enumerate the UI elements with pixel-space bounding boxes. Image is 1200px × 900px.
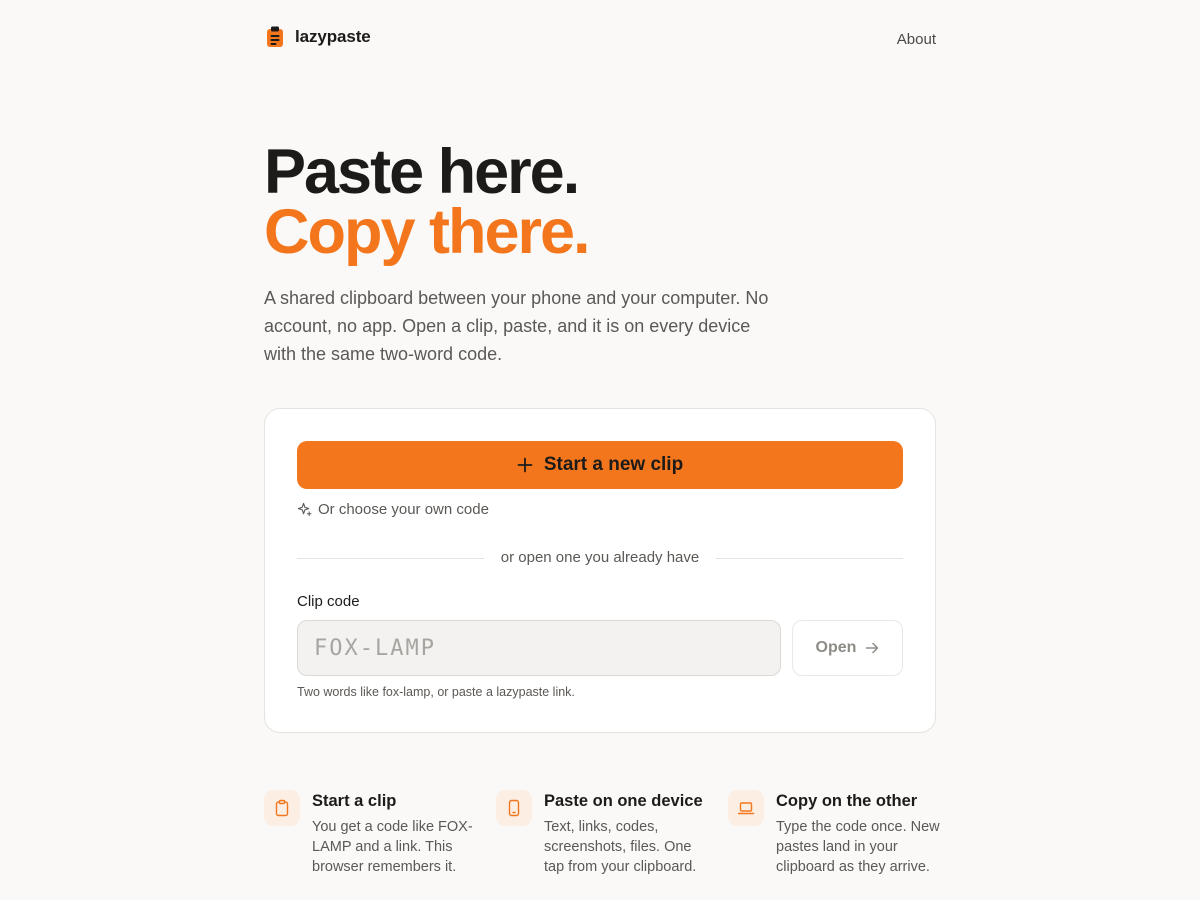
brand-name: lazypaste (295, 27, 371, 46)
open-button-label: Open (815, 639, 857, 656)
feature-icon-tile (496, 790, 532, 826)
phone-icon (508, 799, 520, 817)
start-new-clip-button[interactable]: Start a new clip (297, 441, 903, 489)
brand[interactable]: lazypaste (264, 26, 371, 48)
hero-title-line1: Paste here. (264, 137, 580, 207)
feature-description: Type the code once. New pastes land in y… (776, 819, 940, 875)
choose-own-code-label: Or choose your own code (318, 501, 489, 518)
feature-title: Start a clip (312, 792, 397, 810)
clipboard-logo-icon (267, 26, 283, 47)
site-header: lazypaste About (264, 26, 936, 52)
open-button[interactable]: Open (792, 620, 903, 676)
laptop-icon (737, 802, 755, 815)
feature-description: You get a code like FOX-LAMP and a link.… (312, 819, 473, 875)
feature-icon-tile (728, 790, 764, 826)
choose-own-code-link[interactable]: Or choose your own code (297, 501, 489, 518)
clip-card: Start a new clip Or choose your own code… (264, 408, 936, 733)
clip-code-label: Clip code (297, 593, 360, 610)
hero-lead: A shared clipboard between your phone an… (264, 288, 769, 364)
feature-icon-tile (264, 790, 300, 826)
start-new-clip-label: Start a new clip (543, 454, 684, 475)
plus-icon (517, 457, 533, 473)
clip-code-hint: Two words like fox-lamp, or paste a lazy… (297, 685, 575, 699)
feature-description: Text, links, codes, screenshots, files. … (544, 819, 697, 875)
hero-title-line2: Copy there. (264, 197, 591, 267)
sparkle-icon (297, 502, 312, 517)
about-link[interactable]: About (897, 31, 936, 48)
feature-title: Copy on the other (776, 792, 918, 810)
feature-title: Paste on one device (544, 792, 703, 810)
divider-line-right (716, 558, 903, 559)
arrow-right-icon (866, 642, 879, 654)
clip-code-input[interactable] (297, 620, 781, 676)
clipboard-icon (275, 799, 289, 817)
or-divider: or open one you already have (297, 547, 903, 569)
